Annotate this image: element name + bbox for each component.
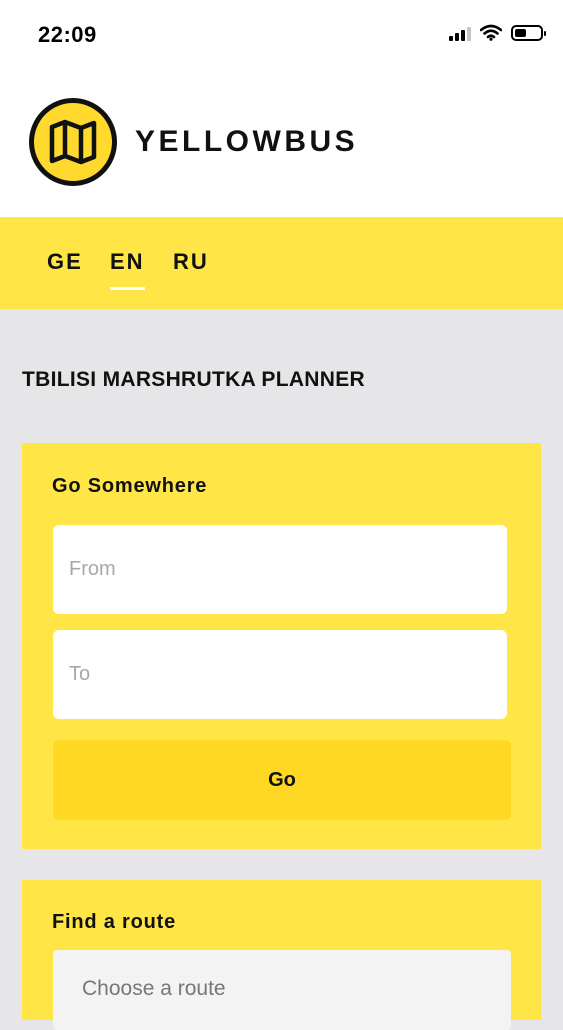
go-somewhere-card: Go Somewhere Go bbox=[22, 443, 541, 849]
brand-name: YELLOWBUS bbox=[135, 125, 359, 158]
app-header: YELLOWBUS bbox=[0, 70, 563, 217]
map-icon bbox=[49, 119, 97, 165]
battery-icon bbox=[511, 24, 546, 41]
page-title: TBILISI MARSHRUTKA PLANNER bbox=[22, 368, 366, 391]
wifi-icon bbox=[480, 24, 502, 41]
logo bbox=[29, 98, 117, 186]
signal-icon bbox=[449, 25, 471, 41]
language-ge[interactable]: GE bbox=[47, 249, 83, 275]
go-somewhere-title: Go Somewhere bbox=[52, 475, 208, 497]
language-bar: GE EN RU bbox=[0, 217, 563, 309]
route-select[interactable]: Choose a route bbox=[53, 950, 511, 1030]
from-input[interactable] bbox=[53, 525, 507, 614]
status-bar: 22:09 bbox=[0, 0, 563, 70]
language-en[interactable]: EN bbox=[110, 249, 145, 290]
to-input[interactable] bbox=[53, 630, 507, 719]
find-route-card: Find a route Choose a route bbox=[22, 880, 541, 1030]
find-route-title: Find a route bbox=[52, 911, 177, 933]
go-button[interactable]: Go bbox=[53, 740, 511, 820]
status-time: 22:09 bbox=[38, 22, 97, 47]
status-icons bbox=[449, 24, 546, 41]
language-ru[interactable]: RU bbox=[173, 249, 209, 275]
